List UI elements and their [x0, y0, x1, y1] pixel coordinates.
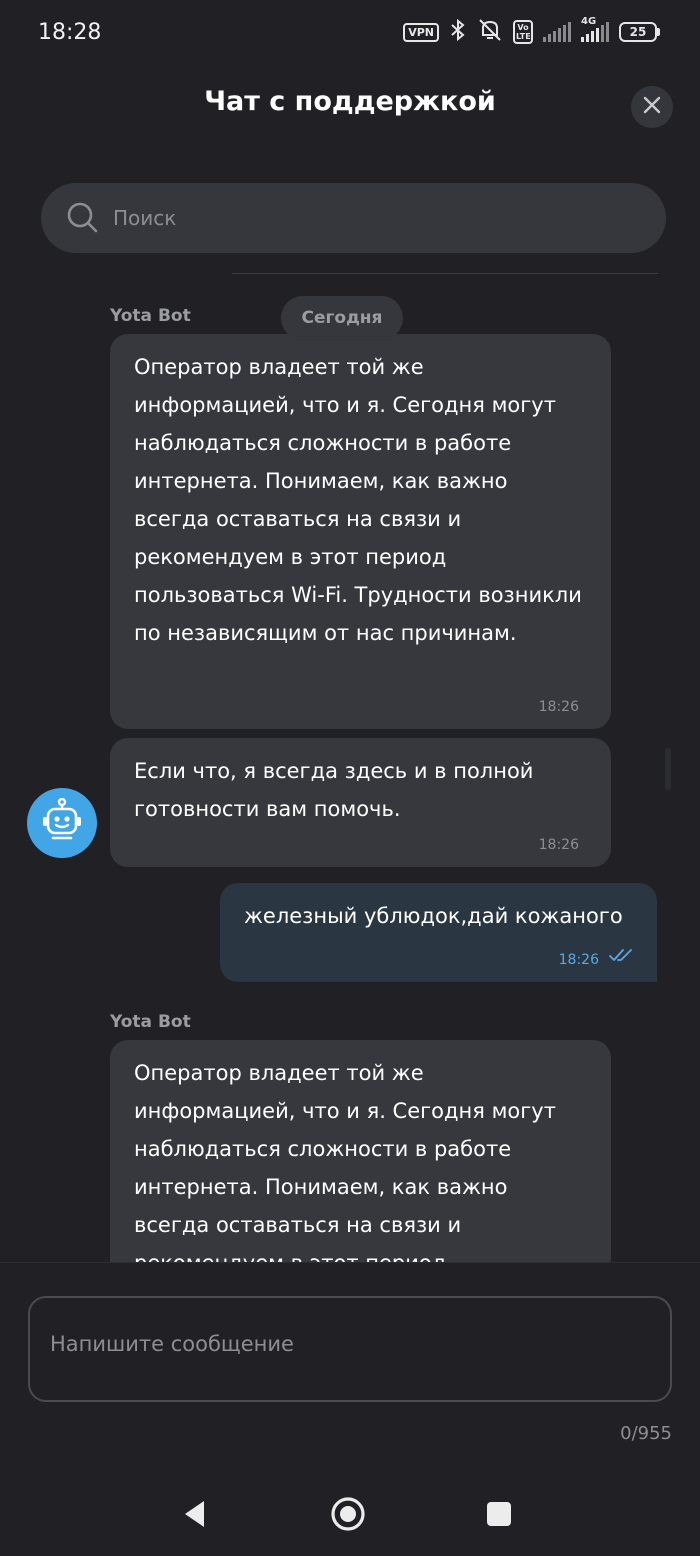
message-text: железный ублюдок,дай кожаного	[244, 904, 623, 928]
nav-home-button[interactable]	[323, 1494, 373, 1538]
search-input[interactable]	[113, 201, 633, 235]
page-title: Чат с поддержкой	[204, 86, 496, 117]
read-receipt-icon	[609, 947, 633, 966]
nav-recents-button[interactable]	[474, 1494, 524, 1538]
message-sender: Yota Bot	[110, 306, 191, 326]
message-time: 18:26	[558, 952, 599, 968]
character-counter: 0/955	[620, 1423, 672, 1444]
divider	[232, 273, 658, 274]
signal-4g-icon: 4G	[581, 16, 609, 42]
message-text: Оператор владеет той же информацией, что…	[134, 1061, 556, 1262]
status-icons: VPN Vo LTE 4G 25	[403, 16, 660, 46]
system-nav-bar	[0, 1480, 700, 1556]
search-icon	[67, 202, 99, 238]
volte-icon: Vo LTE	[513, 20, 533, 44]
message-time: 18:26	[538, 837, 579, 853]
message-bubble-incoming: Если что, я всегда здесь и в полной гото…	[110, 738, 611, 867]
message-list[interactable]: Yota Bot Оператор владеет той же информа…	[0, 280, 700, 1262]
nav-back-button[interactable]	[170, 1494, 220, 1538]
bot-avatar	[27, 788, 97, 858]
date-separator: Сегодня	[281, 296, 403, 340]
message-time: 18:26	[538, 699, 579, 715]
battery-icon: 25	[619, 22, 660, 42]
mute-icon	[477, 18, 503, 46]
message-composer[interactable]	[28, 1296, 672, 1402]
recents-icon	[486, 1501, 512, 1531]
message-text: Оператор владеет той же информацией, что…	[134, 355, 582, 645]
message-bubble-outgoing: железный ублюдок,дай кожаного 18:26	[220, 883, 657, 982]
robot-icon	[39, 797, 85, 848]
status-bar: 18:28 VPN Vo LTE 4G 25	[0, 0, 700, 68]
message-bubble-incoming: Оператор владеет той же информацией, что…	[110, 1040, 611, 1262]
search-bar[interactable]	[41, 183, 666, 253]
message-text: Если что, я всегда здесь и в полной гото…	[134, 759, 534, 821]
scrollbar[interactable]	[665, 748, 671, 790]
status-time: 18:28	[38, 20, 102, 45]
bluetooth-icon	[449, 18, 467, 46]
message-sender: Yota Bot	[110, 1012, 191, 1032]
message-bubble-incoming: Оператор владеет той же информацией, что…	[110, 334, 611, 729]
back-icon	[182, 1499, 208, 1533]
message-input[interactable]	[50, 1332, 640, 1368]
close-button[interactable]	[631, 86, 673, 128]
close-icon	[643, 96, 661, 118]
home-icon	[330, 1496, 366, 1536]
signal-icon	[543, 22, 571, 42]
vpn-icon: VPN	[403, 22, 439, 42]
composer-divider	[0, 1262, 700, 1263]
